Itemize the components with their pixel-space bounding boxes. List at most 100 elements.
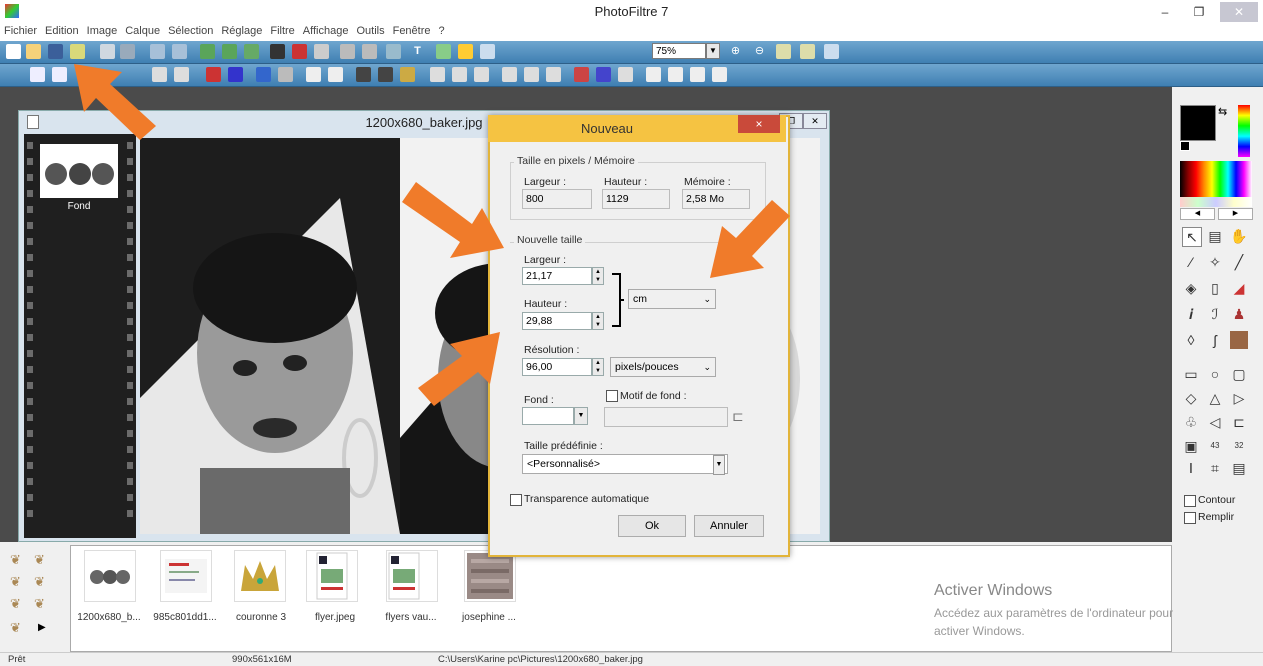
window-close-icon[interactable]: ✕ (803, 113, 827, 129)
zoom-in-icon[interactable]: ⊕ (728, 44, 743, 59)
window-icon[interactable] (480, 44, 495, 59)
folder-view-icon[interactable]: ❦ (10, 620, 21, 636)
folder-copy-icon[interactable]: ❦ (10, 596, 21, 612)
folder-move-icon[interactable]: ❦ (34, 596, 45, 612)
ok-button[interactable]: Ok (618, 515, 686, 537)
hue-bar[interactable] (1238, 105, 1250, 157)
crop-icon[interactable] (690, 67, 705, 82)
diamond-icon[interactable]: ◇ (1182, 389, 1200, 407)
ratio-32-icon[interactable]: 32 (1230, 437, 1248, 455)
dialog-close-button[interactable]: × (738, 115, 780, 133)
background-dropdown-button[interactable]: ▼ (574, 407, 588, 425)
ellipse-icon[interactable]: ○ (1206, 365, 1224, 383)
file-name[interactable]: 985c801dd1... (146, 612, 224, 623)
file-thumbnail[interactable] (306, 550, 358, 602)
paste-new-icon[interactable] (244, 44, 259, 59)
close-button[interactable]: ✕ (1220, 2, 1258, 22)
brush-icon[interactable]: 𝒊 (1182, 305, 1200, 323)
zoom-out-icon[interactable]: ⊖ (752, 44, 767, 59)
eyedropper-icon[interactable]: ⁄ (1182, 253, 1200, 271)
text-select-icon[interactable]: Ⅰ (1182, 459, 1200, 477)
resolution-unit-select[interactable]: pixels/pouces ⌄ (610, 357, 716, 377)
auto-level-icon[interactable] (30, 67, 45, 82)
resolution-spinner[interactable]: ▲ ▼ (592, 358, 604, 376)
folder-refresh-icon[interactable]: ❦ (34, 574, 45, 590)
save-icon[interactable] (48, 44, 63, 59)
export-icon[interactable] (70, 44, 85, 59)
foreground-color[interactable] (1180, 105, 1216, 141)
copy-icon[interactable] (200, 44, 215, 59)
menu-help[interactable]: ? (435, 24, 449, 37)
menu-calque[interactable]: Calque (121, 24, 164, 37)
lasso-icon[interactable]: ♧ (1182, 413, 1200, 431)
menu-fenetre[interactable]: Fenêtre (389, 24, 435, 37)
file-thumbnail[interactable] (160, 550, 212, 602)
line-icon[interactable]: ╱ (1230, 253, 1248, 271)
triangle-up-icon[interactable]: △ (1206, 389, 1224, 407)
file-name[interactable]: 1200x680_b... (70, 612, 148, 623)
folder-up-icon[interactable]: ❦ (34, 552, 45, 568)
color-palette[interactable] (1180, 161, 1252, 197)
blur-icon[interactable] (278, 67, 293, 82)
tools-icon[interactable] (314, 44, 329, 59)
file-name[interactable]: josephine ... (450, 612, 528, 623)
file-thumbnail[interactable] (234, 550, 286, 602)
drop-icon[interactable] (474, 67, 489, 82)
smudge-icon[interactable]: ʃ (1206, 331, 1224, 349)
width-spinner[interactable]: ▲ ▼ (592, 267, 604, 285)
frame-select-icon[interactable]: ▤ (1230, 459, 1248, 477)
eraser-icon[interactable]: ◢ (1230, 279, 1248, 297)
hand-icon[interactable]: ✋ (1230, 227, 1248, 245)
fit-icon[interactable] (776, 44, 791, 59)
resize-icon[interactable] (712, 67, 727, 82)
swap-colors-icon[interactable]: ⇆ (1218, 105, 1227, 118)
resolution-input[interactable]: 96,00 (522, 358, 592, 376)
layer-move-icon[interactable]: ▤ (1206, 227, 1224, 245)
folder-tree-icon[interactable]: ❦ (10, 552, 21, 568)
menu-affichage[interactable]: Affichage (299, 24, 353, 37)
undo-icon[interactable] (150, 44, 165, 59)
gamma-icon[interactable] (306, 67, 321, 82)
restore-button[interactable]: ❐ (1184, 2, 1214, 22)
file-name[interactable]: couronne 3 (222, 612, 300, 623)
rotate-icon[interactable] (668, 67, 683, 82)
layer-thumbnail[interactable] (40, 144, 118, 198)
open-shape-icon[interactable]: ⊏ (1230, 413, 1248, 431)
preset-select[interactable]: <Personnalisé> ▼ (522, 454, 728, 475)
fullscreen-icon[interactable] (824, 44, 839, 59)
minimize-button[interactable]: – (1150, 2, 1180, 22)
triangle-icon[interactable] (524, 67, 539, 82)
link-bracket-icon[interactable] (610, 272, 624, 328)
triangle-right-icon[interactable]: ▷ (1230, 389, 1248, 407)
advanced-brush-icon[interactable]: ℐ (1206, 305, 1224, 323)
blur-drop-icon[interactable]: ◊ (1182, 331, 1200, 349)
sharpen-icon[interactable] (256, 67, 271, 82)
sepia-icon[interactable] (400, 67, 415, 82)
folder-new-icon[interactable]: ❦ (10, 574, 21, 590)
contrast-icon[interactable] (174, 67, 189, 82)
saturation-icon[interactable] (206, 67, 221, 82)
rgb-icon[interactable] (356, 67, 371, 82)
cancel-button[interactable]: Annuler (694, 515, 764, 537)
reset-colors-icon[interactable] (1180, 141, 1190, 151)
actual-size-icon[interactable] (800, 44, 815, 59)
hue-icon[interactable] (228, 67, 243, 82)
ratio-43-icon[interactable]: 43 (1206, 437, 1224, 455)
width-input[interactable]: 21,17 (522, 267, 592, 285)
contour-checkbox[interactable] (1184, 495, 1196, 507)
spray-icon[interactable]: ▯ (1206, 279, 1224, 297)
folder-open-icon[interactable]: ⊏ (732, 408, 744, 425)
stamp-icon[interactable]: ♟ (1230, 305, 1248, 323)
border-icon[interactable] (596, 67, 611, 82)
mountain-icon[interactable] (502, 67, 517, 82)
grayscale-icon[interactable] (270, 44, 285, 59)
file-thumbnail[interactable] (464, 550, 516, 602)
auto-transparency-checkbox[interactable] (510, 494, 522, 506)
paste-icon[interactable] (222, 44, 237, 59)
file-thumbnail[interactable] (386, 550, 438, 602)
unit-select[interactable]: cm ⌄ (628, 289, 716, 309)
redo-icon[interactable] (172, 44, 187, 59)
clone-icon[interactable] (1230, 331, 1248, 349)
menu-selection[interactable]: Sélection (164, 24, 217, 37)
open-file-icon[interactable] (26, 44, 41, 59)
